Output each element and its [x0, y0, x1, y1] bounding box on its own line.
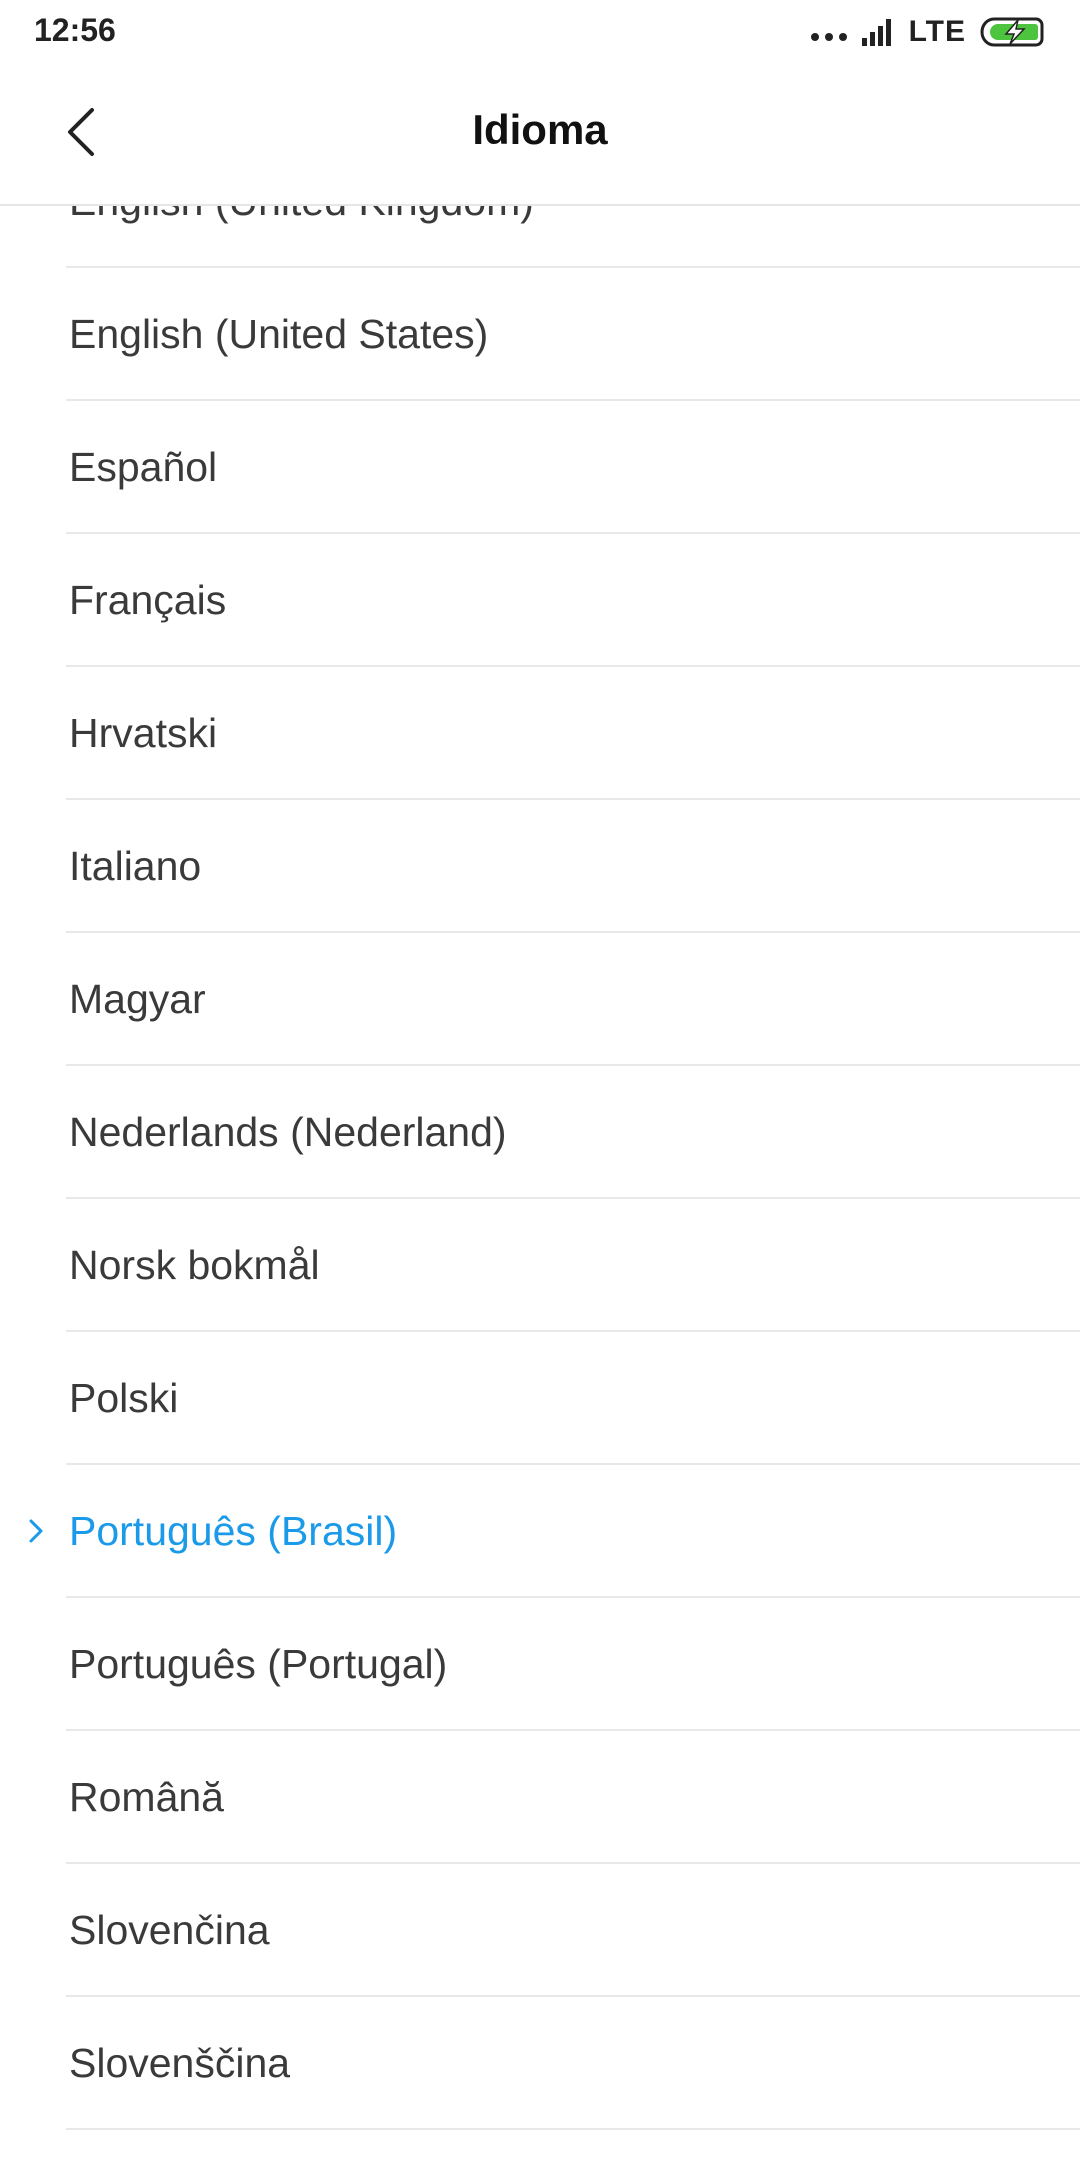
status-icons: LTE [810, 10, 1046, 54]
language-label: Română [69, 1774, 224, 1820]
list-item[interactable]: Română [0, 1731, 1080, 1864]
list-item[interactable]: English (United States) [0, 268, 1080, 401]
more-dots-icon [810, 33, 847, 41]
list-item[interactable]: English (United Kingdom) [0, 204, 1080, 268]
language-label: English (United States) [69, 311, 489, 357]
list-item[interactable]: Norsk bokmål [0, 1199, 1080, 1332]
network-type: LTE [908, 15, 966, 48]
language-label: Hrvatski [69, 710, 218, 756]
battery-charging-icon [980, 17, 1044, 47]
list-item[interactable]: Hrvatski [0, 667, 1080, 800]
language-label: Norsk bokmål [69, 1242, 320, 1288]
status-bar: 12:56 LTE [0, 0, 1080, 64]
language-label: Magyar [69, 976, 206, 1022]
page-title: Idioma [472, 106, 608, 153]
language-list-items: English (United Kingdom) English (United … [0, 204, 1080, 2130]
divider [66, 2128, 1080, 2130]
header: Idioma [0, 64, 1080, 206]
language-label: Português (Portugal) [69, 1641, 448, 1687]
language-label: Slovenščina [69, 2040, 291, 2086]
list-item[interactable]: Français [0, 534, 1080, 667]
language-label: English (United Kingdom) [69, 204, 534, 268]
language-list[interactable]: English (United Kingdom) English (United … [0, 204, 1080, 2160]
list-item[interactable]: Slovenčina [0, 1864, 1080, 1997]
list-item[interactable]: Nederlands (Nederland) [0, 1066, 1080, 1199]
status-time: 12:56 [34, 12, 116, 48]
language-label: Italiano [69, 843, 202, 889]
chevron-right-icon [29, 1519, 43, 1543]
list-item[interactable]: Português (Portugal) [0, 1598, 1080, 1731]
list-item[interactable]: Polski [0, 1332, 1080, 1465]
language-label: Português (Brasil) [69, 1508, 398, 1554]
signal-icon [861, 19, 891, 46]
list-item[interactable]: Magyar [0, 933, 1080, 1066]
list-item[interactable]: Italiano [0, 800, 1080, 933]
language-label: Slovenčina [69, 1907, 270, 1953]
language-label: Français [69, 577, 227, 623]
list-item[interactable]: Español [0, 401, 1080, 534]
list-item[interactable]: Slovenščina [0, 1997, 1080, 2130]
language-label: Polski [69, 1375, 179, 1421]
language-label: Español [69, 444, 218, 490]
list-item-selected[interactable]: Português (Brasil) [0, 1465, 1080, 1598]
language-label: Nederlands (Nederland) [69, 1109, 507, 1155]
